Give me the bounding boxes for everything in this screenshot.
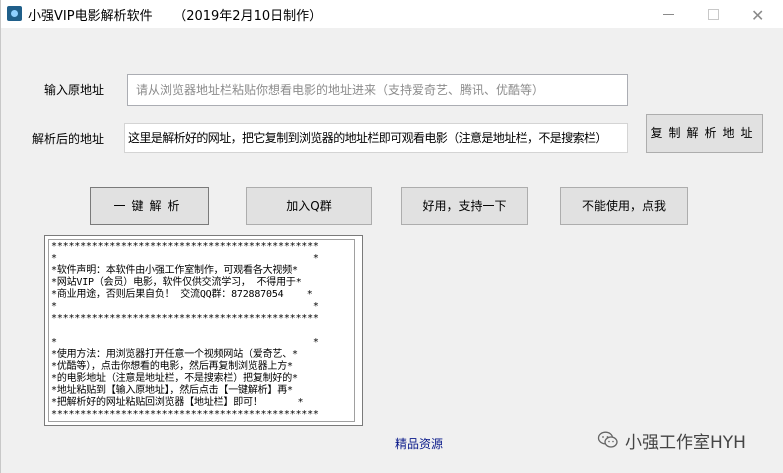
info-line: *网站VIP（会员）电影，软件仅供交流学习， 不得用于* [51, 277, 302, 288]
copy-parsed-url-button[interactable]: 复制解析地址 [646, 114, 763, 153]
support-button[interactable]: 好用，支持一下 [401, 187, 528, 225]
maximize-button[interactable] [693, 0, 733, 28]
info-line: * * [51, 253, 319, 264]
app-window: 小强VIP电影解析软件 （2019年2月10日制作） ✕ 输入原地址 请从浏览器… [0, 0, 783, 473]
info-textbox-inner: ****************************************… [48, 239, 355, 422]
watermark-text: 小强工作室HYH [625, 433, 746, 453]
minimize-button[interactable] [649, 0, 689, 28]
close-button[interactable]: ✕ [738, 0, 778, 28]
info-line: *软件声明：本软件由小强工作室制作，可观看各大视频* [51, 265, 298, 276]
info-line: *把解析好的网址粘贴回浏览器【地址栏】即可！ * [51, 397, 304, 408]
title-bar[interactable]: 小强VIP电影解析软件 （2019年2月10日制作） ✕ [1, 0, 783, 28]
info-line: * * [51, 301, 319, 312]
info-line: *优酷等），点击你想看的电影，然后再复制浏览器上方* [51, 361, 293, 372]
maximize-icon [708, 9, 719, 20]
source-url-input[interactable]: 请从浏览器地址栏粘贴你想看电影的地址进来（支持爱奇艺、腾讯、优酷等） [127, 74, 628, 106]
resource-link[interactable]: 精品资源 [395, 435, 443, 452]
app-film-icon [7, 6, 22, 21]
close-icon: ✕ [751, 6, 765, 25]
info-line: ****************************************… [51, 241, 319, 252]
info-line: *使用方法：用浏览器打开任意一个视频网站（爱奇艺、* [51, 349, 298, 360]
info-line: *地址粘贴到【输入原地址】，然后点击【一键解析】再* [51, 385, 293, 396]
source-url-label: 输入原地址 [44, 83, 105, 97]
report-broken-button[interactable]: 不能使用，点我 [560, 187, 688, 225]
info-line: ****************************************… [51, 313, 319, 324]
minimize-icon [663, 14, 674, 15]
info-line: * * [51, 337, 319, 348]
info-line: ****************************************… [51, 409, 319, 420]
one-click-parse-button[interactable]: 一键解析 [90, 187, 209, 225]
info-line: *的电影地址（注意是地址栏，不是搜索栏）把复制好的* [51, 373, 298, 384]
wechat-icon [597, 431, 618, 448]
info-textbox[interactable]: ****************************************… [44, 235, 363, 426]
join-qq-group-button[interactable]: 加入Q群 [246, 187, 372, 225]
info-line [51, 325, 354, 337]
info-line: *商业用途，否则后果自负！ 交流QQ群：872887054 * [51, 289, 313, 300]
parsed-url-label: 解析后的地址 [32, 132, 105, 146]
window-title: 小强VIP电影解析软件 （2019年2月10日制作） [28, 9, 323, 24]
parsed-url-field[interactable]: 这里是解析好的网址，把它复制到浏览器的地址栏即可观看电影（注意是地址栏，不是搜索… [124, 123, 628, 153]
